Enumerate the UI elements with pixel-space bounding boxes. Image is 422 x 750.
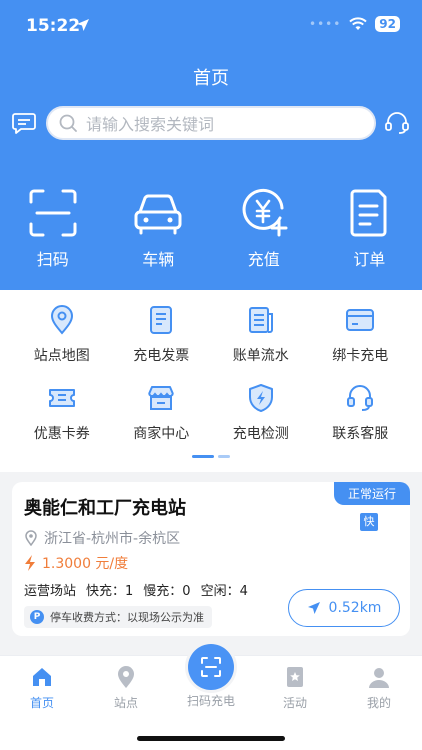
header: 15:22 •••• 92 首页 请输入搜索关键词 扫码 车辆 充值 订单: [0, 0, 422, 290]
service-station-map[interactable]: 站点地图: [12, 304, 112, 365]
status-bar: 15:22 •••• 92: [0, 14, 422, 40]
quick-scan-label: 扫码: [36, 250, 69, 269]
service-label: 充电发票: [133, 348, 190, 364]
navigate-button[interactable]: 0.52km: [288, 589, 400, 627]
battery-level: 92: [375, 16, 400, 32]
service-bind-card[interactable]: 绑卡充电: [311, 304, 411, 365]
service-label: 账单流水: [232, 348, 289, 364]
status-right: •••• 92: [309, 16, 400, 32]
service-coupons[interactable]: 优惠卡券: [12, 382, 112, 443]
station-price-text: 1.3000 元/度: [42, 556, 129, 572]
scan-frame-icon: [29, 189, 77, 237]
tab-home[interactable]: 首页: [0, 665, 84, 711]
page-dot-active: [192, 455, 214, 458]
service-label: 站点地图: [33, 348, 90, 364]
map-pin-icon: [50, 305, 73, 335]
station-stats: 运营场站 快充：1 慢充：0 空闲：4: [24, 580, 248, 599]
services-row-2: 优惠卡券 商家中心 充电检测 联系客服: [0, 382, 422, 443]
tab-activity[interactable]: 活动: [253, 665, 337, 711]
tab-label: 我的: [366, 696, 391, 710]
card-icon: [346, 309, 375, 331]
quick-scan[interactable]: 扫码: [0, 188, 106, 270]
quick-orders-label: 订单: [353, 250, 386, 269]
scan-charge-button[interactable]: [188, 644, 234, 690]
quick-actions: 扫码 车辆 充值 订单: [0, 188, 422, 270]
search-icon: [59, 114, 77, 132]
fast-count: 快充：1: [86, 584, 134, 599]
location-pin-icon: [25, 530, 37, 546]
tab-profile[interactable]: 我的: [337, 665, 421, 711]
bill-icon: [248, 307, 273, 333]
shop-icon: [148, 386, 175, 410]
home-icon: [33, 668, 51, 686]
parking-text: 停车收费方式：以现场公示为准: [50, 611, 204, 624]
service-label: 充电检测: [232, 426, 289, 442]
invoice-icon: [150, 306, 173, 334]
idle-count: 空闲：4: [200, 584, 248, 599]
car-icon: [134, 194, 182, 235]
quick-orders[interactable]: 订单: [317, 188, 422, 270]
tab-stations[interactable]: 站点: [84, 665, 168, 711]
message-icon[interactable]: [12, 112, 36, 134]
search-input[interactable]: 请输入搜索关键词: [46, 106, 376, 140]
status-badge: 正常运行: [333, 482, 410, 505]
tab-label: 站点: [113, 696, 138, 710]
signal-icon: ••••: [308, 17, 342, 31]
station-price: 1.3000 元/度: [24, 553, 128, 573]
quick-vehicle-label: 车辆: [142, 250, 175, 269]
slow-count: 慢充：0: [143, 584, 191, 599]
tab-label: 首页: [29, 696, 54, 710]
services-grid: 站点地图 充电发票 账单流水 绑卡充电 优惠卡券 商家中心 充电检测 联系客服: [0, 290, 422, 472]
station-type: 运营场站: [24, 584, 77, 599]
navigation-arrow-icon: [307, 602, 320, 614]
quick-recharge[interactable]: 充值: [211, 188, 317, 270]
distance-text: 0.52km: [328, 600, 382, 616]
service-contact[interactable]: 联系客服: [311, 382, 411, 443]
service-charging-check[interactable]: 充电检测: [211, 382, 311, 443]
user-icon: [369, 668, 389, 688]
shield-bolt-icon: [248, 384, 273, 412]
headset-icon: [347, 385, 374, 411]
home-indicator: [137, 736, 285, 741]
lightning-icon: [25, 555, 35, 571]
tab-scan-label: 扫码充电: [186, 694, 235, 708]
parking-info: P 停车收费方式：以现场公示为准: [24, 606, 212, 628]
service-bill[interactable]: 账单流水: [211, 304, 311, 365]
service-label: 优惠卡券: [33, 426, 90, 442]
order-document-icon: [350, 189, 387, 237]
quick-recharge-label: 充值: [247, 250, 280, 269]
wifi-icon: [349, 17, 367, 30]
station-name: 奥能仁和工厂充电站: [24, 498, 186, 519]
service-label: 联系客服: [332, 426, 389, 442]
page-title: 首页: [193, 68, 229, 89]
quick-vehicle[interactable]: 车辆: [106, 188, 212, 270]
service-label: 绑卡充电: [332, 348, 389, 364]
page-dot: [218, 455, 230, 458]
station-card[interactable]: 奥能仁和工厂充电站 正常运行 快 浙江省-杭州市-余杭区 1.3000 元/度 …: [12, 482, 410, 636]
station-location: 浙江省-杭州市-余杭区: [24, 528, 180, 548]
fast-charge-badge: 快: [360, 513, 378, 531]
service-invoice[interactable]: 充电发票: [112, 304, 212, 365]
status-time: 15:22: [26, 16, 81, 36]
customer-service-icon[interactable]: [384, 110, 410, 136]
station-location-text: 浙江省-杭州市-余杭区: [44, 531, 181, 547]
tab-label: 活动: [282, 696, 307, 710]
location-arrow-icon: [77, 19, 89, 31]
page-indicator: [192, 455, 230, 458]
search-placeholder: 请输入搜索关键词: [86, 115, 215, 134]
yuan-recharge-icon: [242, 188, 288, 237]
service-merchant[interactable]: 商家中心: [112, 382, 212, 443]
location-pin-icon: [118, 666, 134, 688]
service-label: 商家中心: [133, 426, 190, 442]
coupon-icon: [48, 389, 75, 407]
star-badge-icon: [287, 667, 303, 687]
scan-icon: [201, 657, 221, 677]
parking-icon: P: [30, 610, 44, 624]
services-row-1: 站点地图 充电发票 账单流水 绑卡充电: [0, 304, 422, 365]
